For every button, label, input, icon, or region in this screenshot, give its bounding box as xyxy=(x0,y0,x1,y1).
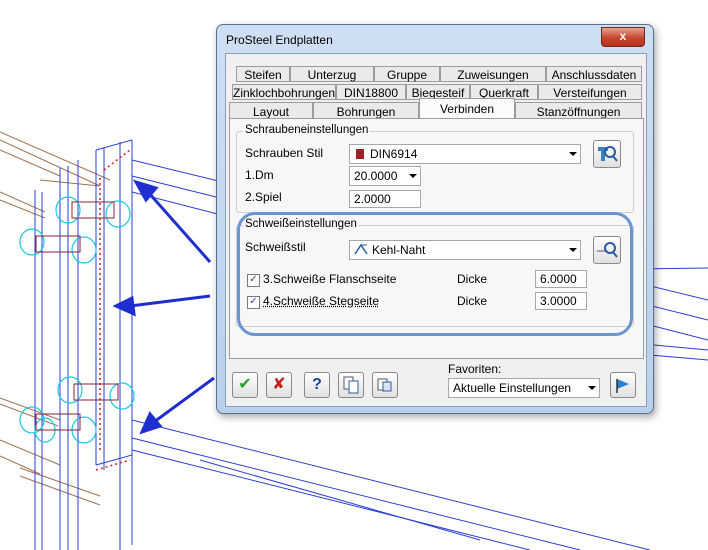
steg-dicke-label: Dicke xyxy=(457,294,488,308)
spiel-label: 2.Spiel xyxy=(245,190,282,204)
schrauben-stil-select[interactable]: DIN6914 xyxy=(349,144,581,164)
favoriten-select[interactable]: Aktuelle Einstellungen xyxy=(448,378,600,398)
chevron-down-icon xyxy=(588,386,596,390)
copy-button[interactable] xyxy=(338,372,364,398)
bolts xyxy=(19,196,135,444)
flansch-label: 3.Schweiße Flanschseite xyxy=(263,272,397,286)
close-button[interactable]: x xyxy=(601,27,645,47)
check-icon: ✔ xyxy=(238,376,252,393)
chevron-down-icon xyxy=(409,174,417,178)
copy-icon xyxy=(343,376,359,394)
schweiss-lookup-button[interactable] xyxy=(593,236,621,264)
spiel-input[interactable]: 2.0000 xyxy=(349,190,421,208)
endplatten-dialog: ProSteel Endplatten x Steifen Unterzug G… xyxy=(216,24,654,414)
flansch-dicke-input[interactable]: 6.0000 xyxy=(535,270,587,288)
help-button[interactable]: ? xyxy=(304,372,330,398)
window-title: ProSteel Endplatten xyxy=(226,33,333,47)
close-icon: x xyxy=(619,29,627,43)
bolt-search-icon xyxy=(598,146,618,162)
tab-verbinden[interactable]: Verbinden xyxy=(419,98,515,118)
bolt-shanks xyxy=(35,201,119,431)
dm-select[interactable]: 20.0000 xyxy=(349,166,421,186)
bolt-icon xyxy=(356,149,364,159)
verbinden-page: Schraubeneinstellungen Schrauben Stil DI… xyxy=(229,118,644,359)
ok-button[interactable]: ✔ xyxy=(232,372,258,398)
favoriten-label: Favoriten: xyxy=(448,362,502,376)
dm-label: 1.Dm xyxy=(245,168,274,182)
schrauben-stil-label: Schrauben Stil xyxy=(245,146,324,160)
tab-din18800[interactable]: DIN18800 xyxy=(336,84,406,100)
dialog-client: Steifen Unterzug Gruppe Zuweisungen Ansc… xyxy=(225,53,647,407)
dm-value: 20.0000 xyxy=(354,169,398,183)
schweiss-stil-label: Schweißstil xyxy=(245,240,306,254)
steg-checkbox[interactable]: ✓ xyxy=(247,296,260,309)
steg-dicke-input[interactable]: 3.0000 xyxy=(535,292,587,310)
steg-label: 4.Schweiße Stegseite xyxy=(263,294,380,308)
chevron-down-icon xyxy=(569,248,577,252)
flag-icon xyxy=(616,379,629,393)
schrauben-group-label: Schraubeneinstellungen xyxy=(243,124,371,136)
flansch-dicke-label: Dicke xyxy=(457,272,488,286)
schweiss-group-label: Schweißeinstellungen xyxy=(243,218,359,230)
schrauben-stil-value: DIN6914 xyxy=(370,147,418,161)
schweiss-stil-select[interactable]: Kehl-Naht xyxy=(349,240,581,260)
tab-unterzug[interactable]: Unterzug xyxy=(290,66,374,82)
tab-zuweisungen[interactable]: Zuweisungen xyxy=(440,66,546,82)
tab-zinklochbohrungen[interactable]: Zinklochbohrungen xyxy=(232,84,336,100)
cross-icon: ✘ xyxy=(272,376,286,393)
chevron-down-icon xyxy=(569,152,577,156)
schrauben-lookup-button[interactable] xyxy=(593,140,621,168)
annotation-arrows xyxy=(112,179,215,435)
favoriten-value: Aktuelle Einstellungen xyxy=(453,381,572,395)
tab-steifen[interactable]: Steifen xyxy=(236,66,290,82)
paste-button[interactable] xyxy=(372,372,398,398)
tab-anschlussdaten[interactable]: Anschlussdaten xyxy=(546,66,642,82)
help-icon: ? xyxy=(312,376,322,393)
tab-versteifungen[interactable]: Versteifungen xyxy=(538,84,642,100)
favoriten-apply-button[interactable] xyxy=(610,372,636,398)
schweiss-group: Schweißeinstellungen Schweißstil Kehl-Na… xyxy=(236,218,634,327)
cancel-button[interactable]: ✘ xyxy=(266,372,292,398)
schrauben-group: Schraubeneinstellungen Schrauben Stil DI… xyxy=(236,124,634,213)
flansch-checkbox[interactable]: ✓ xyxy=(247,274,260,287)
upper-beam xyxy=(0,131,111,219)
weld-icon xyxy=(354,243,368,255)
schweiss-stil-value: Kehl-Naht xyxy=(372,243,426,257)
paste-icon xyxy=(377,378,392,392)
weld-search-icon xyxy=(597,242,618,258)
tab-gruppe[interactable]: Gruppe xyxy=(374,66,440,82)
